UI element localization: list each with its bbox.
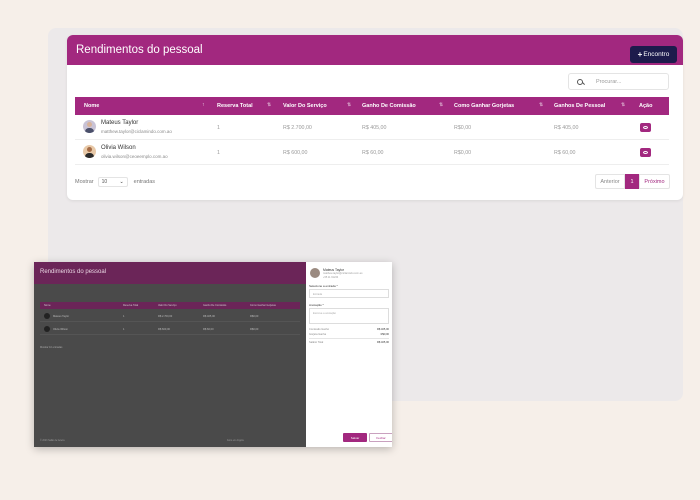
inset-footer-right: Feito em Angola bbox=[227, 440, 244, 442]
avatar bbox=[44, 313, 50, 319]
panel-total-row: Salário Total R$ 405,00 bbox=[309, 341, 389, 344]
panel-phone: +55 11 91234 bbox=[323, 275, 339, 279]
divider bbox=[309, 338, 389, 339]
panel-row: Gorjeta Ganha R$0,00 bbox=[309, 333, 389, 336]
header-ganhos[interactable]: Ganhos De Pessoal bbox=[554, 103, 605, 109]
eye-icon bbox=[643, 126, 648, 129]
earnings-card: Rendimentos do pessoal + Encontro Procura… bbox=[67, 35, 683, 200]
page-length-control: Mostrar 10 ⌄ entradas bbox=[75, 177, 155, 187]
header-nome[interactable]: Nome bbox=[84, 103, 99, 109]
inset-show-entries: Mostrar 10 entradas bbox=[40, 346, 63, 349]
sort-icon[interactable]: ⇅ bbox=[539, 102, 543, 108]
show-label: Mostrar bbox=[75, 179, 94, 185]
table-row: Mateus Taylor matthew.taylor@ciclamindo.… bbox=[75, 115, 669, 140]
page-length-select[interactable]: 10 ⌄ bbox=[97, 177, 128, 187]
cell-comissao: R$ 405,00 bbox=[362, 125, 387, 131]
search-input[interactable]: Procurar... bbox=[568, 73, 669, 90]
sort-icon[interactable]: ⇅ bbox=[267, 102, 271, 108]
header-acao: Ação bbox=[639, 103, 653, 109]
search-icon bbox=[577, 78, 583, 85]
header-comissao[interactable]: Ganho De Comissão bbox=[362, 103, 416, 109]
sort-icon[interactable]: ⇅ bbox=[439, 102, 443, 108]
close-button[interactable]: Fechar bbox=[369, 433, 392, 442]
eye-icon bbox=[643, 151, 648, 154]
cell-gorjetas: R$0,00 bbox=[454, 125, 472, 131]
staff-email: olivia.wilson@ceoeemplo.com.ao bbox=[101, 154, 168, 159]
page-1-button[interactable]: 1 bbox=[625, 174, 639, 189]
card-header: Rendimentos do pessoal + Encontro bbox=[67, 35, 683, 65]
page-title: Rendimentos do pessoal bbox=[76, 44, 203, 56]
search-placeholder: Procurar... bbox=[596, 78, 622, 85]
pagination: Anterior 1 Próximo bbox=[595, 174, 670, 189]
inset-row: Olivia Wilson 1 R$ 600,00 R$ 60,00 R$0,0… bbox=[40, 324, 300, 335]
view-button[interactable] bbox=[640, 123, 651, 132]
inset-table-header: Nome Reserva Total Valor Do Serviço Ganh… bbox=[40, 302, 300, 309]
avatar bbox=[310, 268, 320, 278]
cell-valor: R$ 2.700,00 bbox=[283, 125, 312, 131]
avatar bbox=[44, 326, 50, 332]
sort-asc-icon[interactable]: ↑ bbox=[202, 102, 205, 108]
view-button[interactable] bbox=[640, 148, 651, 157]
entries-label: entradas bbox=[133, 179, 156, 185]
inset-row: Mateus Taylor 1 R$ 2.700,00 R$ 405,00 R$… bbox=[40, 311, 300, 322]
cell-comissao: R$ 60,00 bbox=[362, 150, 384, 156]
sort-icon[interactable]: ⇅ bbox=[621, 102, 625, 108]
plus-icon: + bbox=[637, 49, 643, 59]
payout-side-panel: Mateus Taylor matthew.taylor@ciclamindo.… bbox=[306, 262, 392, 447]
cell-ganhos: R$ 60,00 bbox=[554, 150, 576, 156]
panel-label-note: Anotação * bbox=[309, 303, 324, 307]
cell-gorjetas: R$0,00 bbox=[454, 150, 472, 156]
next-page-button[interactable]: Próximo bbox=[639, 174, 670, 189]
staff-name: Mateus Taylor bbox=[101, 120, 139, 126]
table-row: Olivia Wilson olivia.wilson@ceoeemplo.co… bbox=[75, 140, 669, 165]
staff-email: matthew.taylor@ciclamindo.com.ao bbox=[101, 129, 172, 134]
table-header: Nome ↑ Reserva Total ⇅ Valor Do Serviço … bbox=[75, 97, 669, 115]
avatar bbox=[83, 145, 96, 158]
inset-header: Rendimentos do pessoal bbox=[34, 262, 306, 284]
panel-row: Comissão Ganho R$ 405,00 bbox=[309, 328, 389, 331]
earnings-table: Nome ↑ Reserva Total ⇅ Valor Do Serviço … bbox=[75, 97, 669, 165]
header-valor[interactable]: Valor Do Serviço bbox=[283, 103, 327, 109]
note-textarea[interactable]: Escreva a anotação bbox=[309, 308, 389, 324]
entry-select[interactable]: Entrada bbox=[309, 289, 389, 298]
inset-footer-left: © 2023 Salão de beleza bbox=[40, 440, 65, 442]
save-button[interactable]: Salvar bbox=[343, 433, 367, 442]
avatar bbox=[83, 120, 96, 133]
cell-valor: R$ 600,00 bbox=[283, 150, 308, 156]
inset-title: Rendimentos do pessoal bbox=[40, 269, 107, 275]
header-reserva[interactable]: Reserva Total bbox=[217, 103, 253, 109]
header-gorjetas[interactable]: Como Ganhar Gorjetas bbox=[454, 103, 514, 109]
cell-reserva: 1 bbox=[217, 125, 220, 131]
panel-label-entry: Selecione a entrada * bbox=[309, 284, 338, 288]
prev-page-button[interactable]: Anterior bbox=[595, 174, 625, 189]
cell-ganhos: R$ 405,00 bbox=[554, 125, 579, 131]
inset-screenshot: Rendimentos do pessoal Nome Reserva Tota… bbox=[34, 262, 392, 447]
sort-icon[interactable]: ⇅ bbox=[347, 102, 351, 108]
chevron-down-icon: ⌄ bbox=[119, 179, 124, 185]
add-appointment-button[interactable]: + Encontro bbox=[630, 45, 677, 63]
cell-reserva: 1 bbox=[217, 150, 220, 156]
staff-name: Olivia Wilson bbox=[101, 145, 136, 151]
